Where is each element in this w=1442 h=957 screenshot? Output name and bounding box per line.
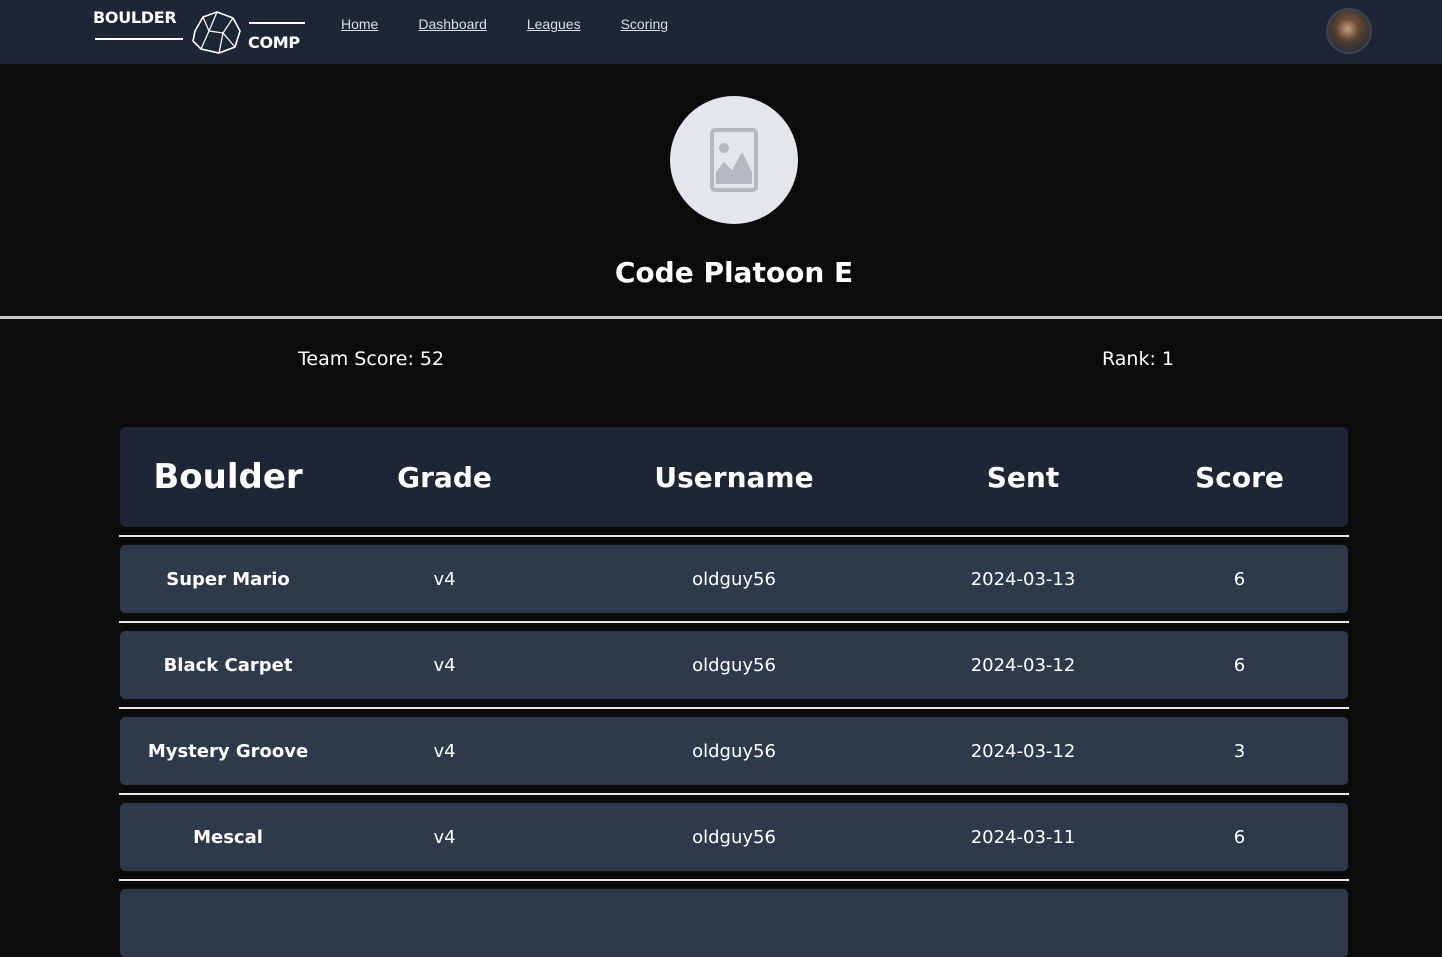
column-header-username: Username (654, 460, 814, 494)
cell-boulder: Mystery Groove (147, 740, 309, 762)
logo-text-boulder: BOULDER (93, 8, 177, 27)
cell-username: oldguy56 (692, 654, 776, 676)
cell-grade: v4 (433, 740, 456, 762)
cell-score: 6 (1233, 654, 1246, 676)
cell-sent: 2024-03-12 (970, 654, 1076, 676)
image-placeholder-icon (710, 128, 758, 192)
cell-score: 6 (1233, 568, 1246, 590)
avatar-photo (1337, 18, 1361, 42)
cell-score: 6 (1233, 826, 1246, 848)
column-header-boulder: Boulder (153, 457, 303, 497)
cell-grade: v4 (433, 654, 456, 676)
nav-links: Home Dashboard Leagues Scoring (341, 16, 708, 32)
cell-username: oldguy56 (692, 740, 776, 762)
cell-boulder: Black Carpet (163, 654, 293, 676)
team-name-heading: Code Platoon E (614, 256, 854, 289)
cell-grade: v4 (433, 826, 456, 848)
nav-link-dashboard[interactable]: Dashboard (418, 16, 487, 32)
table-header: Boulder Grade Username Sent Score (120, 427, 1348, 527)
team-image-placeholder (670, 96, 798, 224)
cell-score: 3 (1233, 740, 1246, 762)
row-separator (119, 621, 1349, 623)
nav-link-leagues[interactable]: Leagues (527, 16, 581, 32)
table-row[interactable]: Super Mario v4 oldguy56 2024-03-13 6 (120, 545, 1348, 613)
cell-grade: v4 (433, 568, 456, 590)
cell-sent: 2024-03-12 (970, 740, 1076, 762)
column-header-grade: Grade (397, 460, 492, 494)
section-divider (0, 316, 1442, 319)
table-row[interactable]: Mescal v4 oldguy56 2024-03-11 6 (120, 803, 1348, 871)
row-separator (119, 879, 1349, 881)
column-header-score: Score (1195, 460, 1284, 494)
logo-rule-left (95, 38, 183, 40)
boulder-comp-logo[interactable]: BOULDER COMP (93, 8, 307, 56)
cell-boulder: Super Mario (166, 568, 290, 590)
row-separator (119, 707, 1349, 709)
cell-sent: 2024-03-13 (970, 568, 1076, 590)
table-row-partial[interactable] (120, 889, 1348, 957)
logo-text-comp: COMP (248, 33, 300, 52)
team-score: Team Score: 52 (298, 348, 445, 370)
cell-boulder: Mescal (193, 826, 263, 848)
top-navbar: BOULDER COMP Home Dashboard Leagues Scor… (0, 0, 1442, 64)
table-row[interactable]: Mystery Groove v4 oldguy56 2024-03-12 3 (120, 717, 1348, 785)
row-separator (119, 535, 1349, 537)
nav-link-home[interactable]: Home (341, 16, 378, 32)
team-rank: Rank: 1 (1102, 348, 1175, 370)
cell-sent: 2024-03-11 (970, 826, 1076, 848)
rock-icon (192, 11, 241, 54)
nav-link-scoring[interactable]: Scoring (621, 16, 668, 32)
logo-rule-right (249, 22, 305, 24)
row-separator (119, 793, 1349, 795)
cell-username: oldguy56 (692, 826, 776, 848)
column-header-sent: Sent (986, 460, 1060, 494)
cell-username: oldguy56 (692, 568, 776, 590)
table-row[interactable]: Black Carpet v4 oldguy56 2024-03-12 6 (120, 631, 1348, 699)
user-avatar[interactable] (1326, 8, 1372, 54)
